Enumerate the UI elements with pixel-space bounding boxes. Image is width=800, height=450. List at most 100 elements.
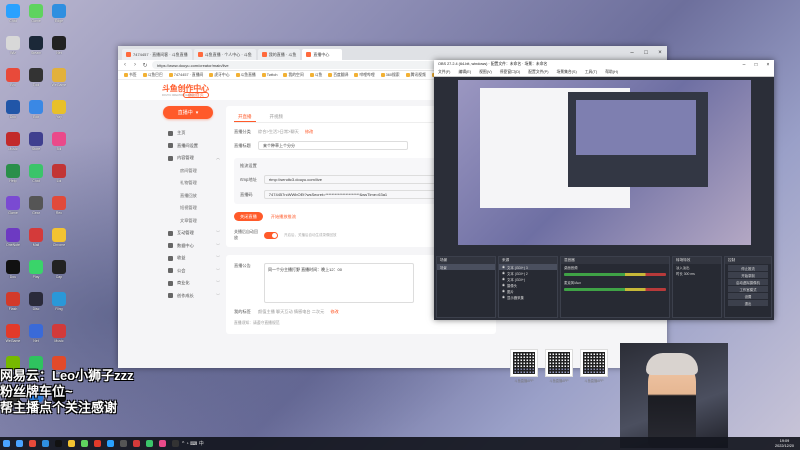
taskbar-app-icon[interactable] [117,437,130,450]
back-icon[interactable]: ‹ [122,62,128,68]
taskbar-app-icon[interactable] [169,437,182,450]
sidebar-subitem[interactable]: 文章管理 [148,215,238,228]
taskbar-app-icon[interactable] [156,437,169,450]
reload-icon[interactable]: ↻ [142,62,148,69]
desktop-icon[interactable]: Tool [25,66,47,97]
eye-icon[interactable]: ◉ [502,265,505,269]
tab-start-live[interactable]: 开直播 [234,112,256,122]
desktop-icon[interactable]: Chrome [48,226,70,257]
taskbar-app-icon[interactable] [39,437,52,450]
back-home-button[interactable]: 返回首页 [182,92,209,98]
sidebar-subitem[interactable]: 直播回放 [148,190,238,203]
forward-icon[interactable]: › [132,62,138,68]
maximize-icon[interactable]: □ [750,62,762,68]
browser-tab-active[interactable]: 直播中心 [302,49,343,60]
obs-menu-item[interactable]: 文件(F) [438,70,450,75]
bookmark-item[interactable]: 书签 [124,73,137,78]
sidebar-item[interactable]: 创作成长 ﹀ [148,290,238,303]
desktop-icon[interactable]: Music [48,322,70,353]
browser-tab[interactable]: 斗鱼直播 · 个人中心 · 斗鱼 [193,49,256,60]
obs-control-button[interactable]: 停止推流 [728,265,768,271]
scene-item[interactable]: 场景 [437,264,495,270]
obs-menu-item[interactable]: 工具(T) [585,70,597,75]
desktop-icon[interactable]: Mail [25,226,47,257]
edit-tags-link[interactable]: 修改 [330,309,338,315]
browser-tab[interactable]: 我的直播 · 斗鱼 [257,49,301,60]
desktop-icon[interactable]: Wiz [2,34,24,65]
obs-control-button[interactable]: 设置 [728,293,768,299]
close-icon[interactable]: × [653,46,667,60]
obs-menu-item[interactable]: 停靠窗口(D) [500,70,520,75]
taskbar-app-icon[interactable] [143,437,156,450]
obs-menu-item[interactable]: 配置文件(P) [528,70,548,75]
start-icon[interactable] [0,437,13,450]
obs-control-button[interactable]: 启动虚拟摄像机 [728,279,768,285]
auto-replay-toggle[interactable] [264,231,278,239]
eye-icon[interactable]: ◉ [502,277,505,281]
desktop-icon[interactable]: Dou [2,258,24,289]
taskbar-app-icon[interactable] [13,437,26,450]
bookmark-item[interactable]: 哔哩哔哩 [354,73,375,78]
bookmark-item[interactable]: 360搜索 [380,73,400,78]
bookmark-item[interactable]: 我的空间 [283,73,304,78]
start-push-link[interactable]: 开始播放推流 [271,214,296,220]
desktop-icon[interactable]: Game [2,194,24,225]
obs-menu-item[interactable]: 编辑(E) [458,70,471,75]
taskbar-app-icon[interactable] [91,437,104,450]
desktop-icon[interactable]: Music [2,130,24,161]
desktop-icon[interactable]: Chat [25,162,47,193]
sidebar-item[interactable]: 互动管理 ﹀ [148,227,238,240]
notice-textarea[interactable]: 同一个分主播打野 直播时间：晚上12：00 [264,263,414,303]
taskbar-app-icon[interactable] [78,437,91,450]
close-icon[interactable]: × [762,62,774,68]
obs-menu-item[interactable]: 帮助(H) [605,70,618,75]
sidebar-item[interactable]: 收益 ﹀ [148,252,238,265]
obs-menu-item[interactable]: 场景集合(S) [556,70,576,75]
desktop-icon[interactable]: Chat [2,2,24,33]
desktop-icon[interactable]: Edit [25,98,47,129]
bookmark-item[interactable]: Twitch [261,73,277,77]
bookmark-item[interactable]: 百度翻译 [328,73,348,78]
sidebar-item[interactable]: 商业化 ﹀ [148,277,238,290]
sidebar-subitem[interactable]: 短视管理 [148,202,238,215]
source-item[interactable]: ◉ 显示器采集 [499,294,557,300]
desktop-icon[interactable]: Net [25,322,47,353]
minimize-icon[interactable]: – [738,62,750,68]
sidebar-subitem[interactable]: 礼物管理 [148,177,238,190]
transition-duration[interactable]: 时长 300 ms [673,270,721,276]
desktop-icon[interactable]: Net [48,34,70,65]
stop-live-button[interactable]: 关闭直播 [234,212,263,221]
eye-icon[interactable]: ◉ [502,289,505,293]
desktop-icon[interactable]: Disc [25,290,47,321]
edit-category-link[interactable]: 修改 [305,129,313,135]
desktop-icon[interactable]: Help [2,162,24,193]
desktop-icon[interactable]: WeGame [48,66,70,97]
desktop-icon[interactable]: Rec [48,194,70,225]
eye-icon[interactable]: ◉ [502,295,505,299]
obs-control-button[interactable]: 开始录制 [728,272,768,278]
bookmark-item[interactable]: 斗鱼 [309,73,322,78]
sidebar-item[interactable]: 主页 [148,127,238,140]
taskbar-app-icon[interactable] [130,437,143,450]
bookmark-item[interactable]: 斗鱼直播 [235,73,256,78]
sidebar-item[interactable]: 公会 ﹀ [148,265,238,278]
desktop-icon[interactable]: Gear [25,194,47,225]
desktop-icon[interactable]: WeGame [2,322,24,353]
obs-preview[interactable] [458,80,751,245]
obs-control-button[interactable]: 退出 [728,300,768,306]
bookmark-item[interactable]: 斗鱼巴巴 [142,73,163,78]
desktop-icon[interactable]: Doc [2,98,24,129]
desktop-icon[interactable]: Play [25,258,47,289]
sidebar-item[interactable]: 数据中心 ﹀ [148,240,238,253]
browser-tab[interactable]: 7474457 · 直播间客 · 斗鱼直播 [122,49,192,60]
desktop-icon[interactable]: Flash [2,290,24,321]
desktop-icon[interactable]: Steam [25,34,47,65]
eye-icon[interactable]: ◉ [502,271,505,275]
sidebar-subitem[interactable]: 房间管理 [148,165,238,178]
desktop-icon[interactable]: Store [25,130,47,161]
desktop-icon[interactable]: Bro [2,66,24,97]
bookmark-item[interactable]: 腾讯视频 [405,73,426,78]
desktop-icon[interactable]: Lol [48,162,70,193]
desktop-icon[interactable]: Yay [48,98,70,129]
desktop-icon[interactable]: Bili [48,130,70,161]
